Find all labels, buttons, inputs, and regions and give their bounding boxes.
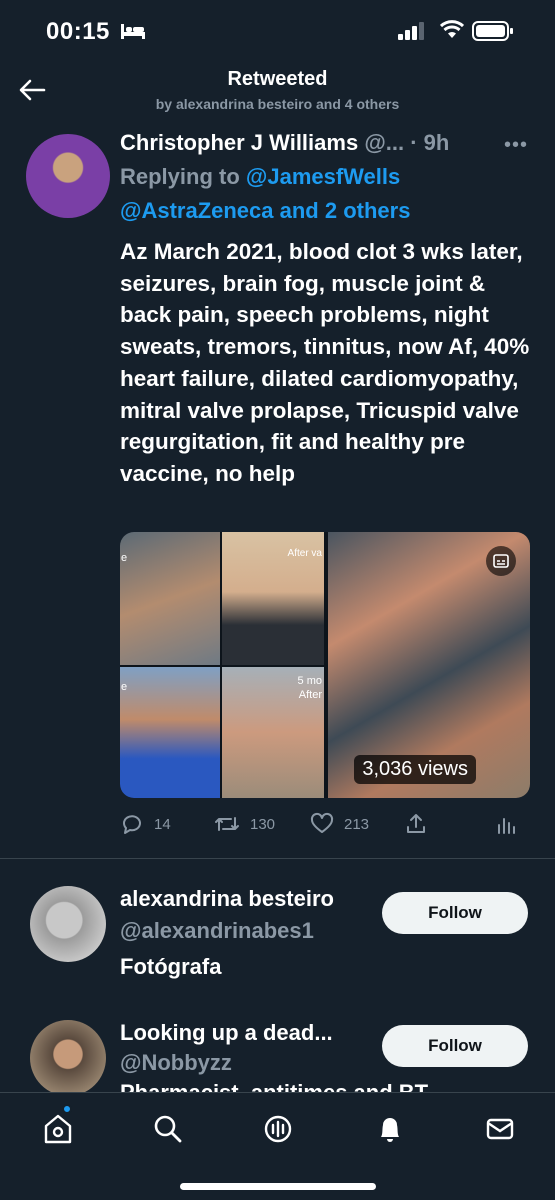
share-button[interactable] [404,812,428,836]
media-caption: e [121,552,128,564]
page-title: Retweeted [227,68,328,90]
battery-icon [472,21,513,41]
search-icon[interactable] [150,1111,186,1147]
page-subtitle: by alexandrina besteiro and 4 others [155,96,400,112]
media-caption: After va [287,548,322,559]
media-photo[interactable]: 5 mo After [222,667,324,798]
cellular-signal-icon [398,22,424,40]
more-icon[interactable]: ••• [504,134,528,157]
messages-icon[interactable] [482,1111,518,1147]
media-caption: After [298,689,322,701]
retweet-button[interactable]: 130 [214,812,275,836]
reply-count: 14 [154,815,171,833]
analytics-button[interactable] [496,812,518,836]
replying-to-line: Replying to @JamesfWells [120,164,400,190]
author-line[interactable]: Christopher J Williams @... · 9h [120,130,449,156]
reply-icon [123,815,141,834]
captions-icon[interactable] [486,546,516,576]
author-name[interactable]: Christopher J Williams [120,130,358,155]
user-name[interactable]: alexandrina besteiro [120,886,334,912]
user-handle: @alexandrinabes1 [120,918,314,943]
media-caption: e [121,681,128,693]
mention-link[interactable]: @JamesfWells [246,164,400,189]
media-video[interactable]: 3,036 views [328,532,530,798]
user-avatar[interactable] [30,1020,106,1096]
user-bio: Pharmacist, antitimes and BT... [120,1082,460,1092]
like-button[interactable]: 213 [310,812,369,836]
like-count: 213 [344,815,370,833]
share-icon [407,814,425,833]
wifi-icon [440,20,464,38]
replying-to-others-link[interactable]: @AstraZeneca and 2 others [120,198,410,224]
retweet-count: 130 [250,815,276,833]
follow-button[interactable]: Follow [382,1025,528,1067]
home-indicator [180,1183,376,1190]
user-name[interactable]: Looking up a dead... [120,1020,333,1046]
retweet-icon [215,817,239,831]
home-icon[interactable] [40,1111,76,1147]
author-avatar[interactable] [26,134,110,218]
media-photo[interactable]: After va [222,532,324,665]
notifications-icon[interactable] [372,1111,408,1147]
user-bio: Fotógrafa [120,954,222,979]
user-avatar[interactable] [30,886,106,962]
media-photo[interactable]: e [120,532,220,665]
sleep-focus-icon [121,24,145,39]
replying-prefix: Replying to [120,164,246,189]
follow-button[interactable]: Follow [382,892,528,934]
media-caption: 5 mo [297,675,322,687]
media-photo[interactable]: e [120,667,220,798]
views-badge: 3,036 views [354,755,476,784]
stats-icon [498,818,515,834]
spaces-icon[interactable] [260,1111,296,1147]
notification-dot [62,1104,72,1114]
tweet-media[interactable]: e After va e 5 mo After 3,036 views [120,532,530,798]
heart-icon [310,812,334,833]
status-time: 00:15 [46,18,110,45]
tweet-text: Az March 2021, blood clot 3 wks later, s… [120,239,530,486]
section-divider [0,858,555,859]
user-handle: @Nobbyzz [120,1050,232,1075]
author-meta: @... · 9h [364,130,450,155]
reply-button[interactable]: 14 [120,812,171,836]
